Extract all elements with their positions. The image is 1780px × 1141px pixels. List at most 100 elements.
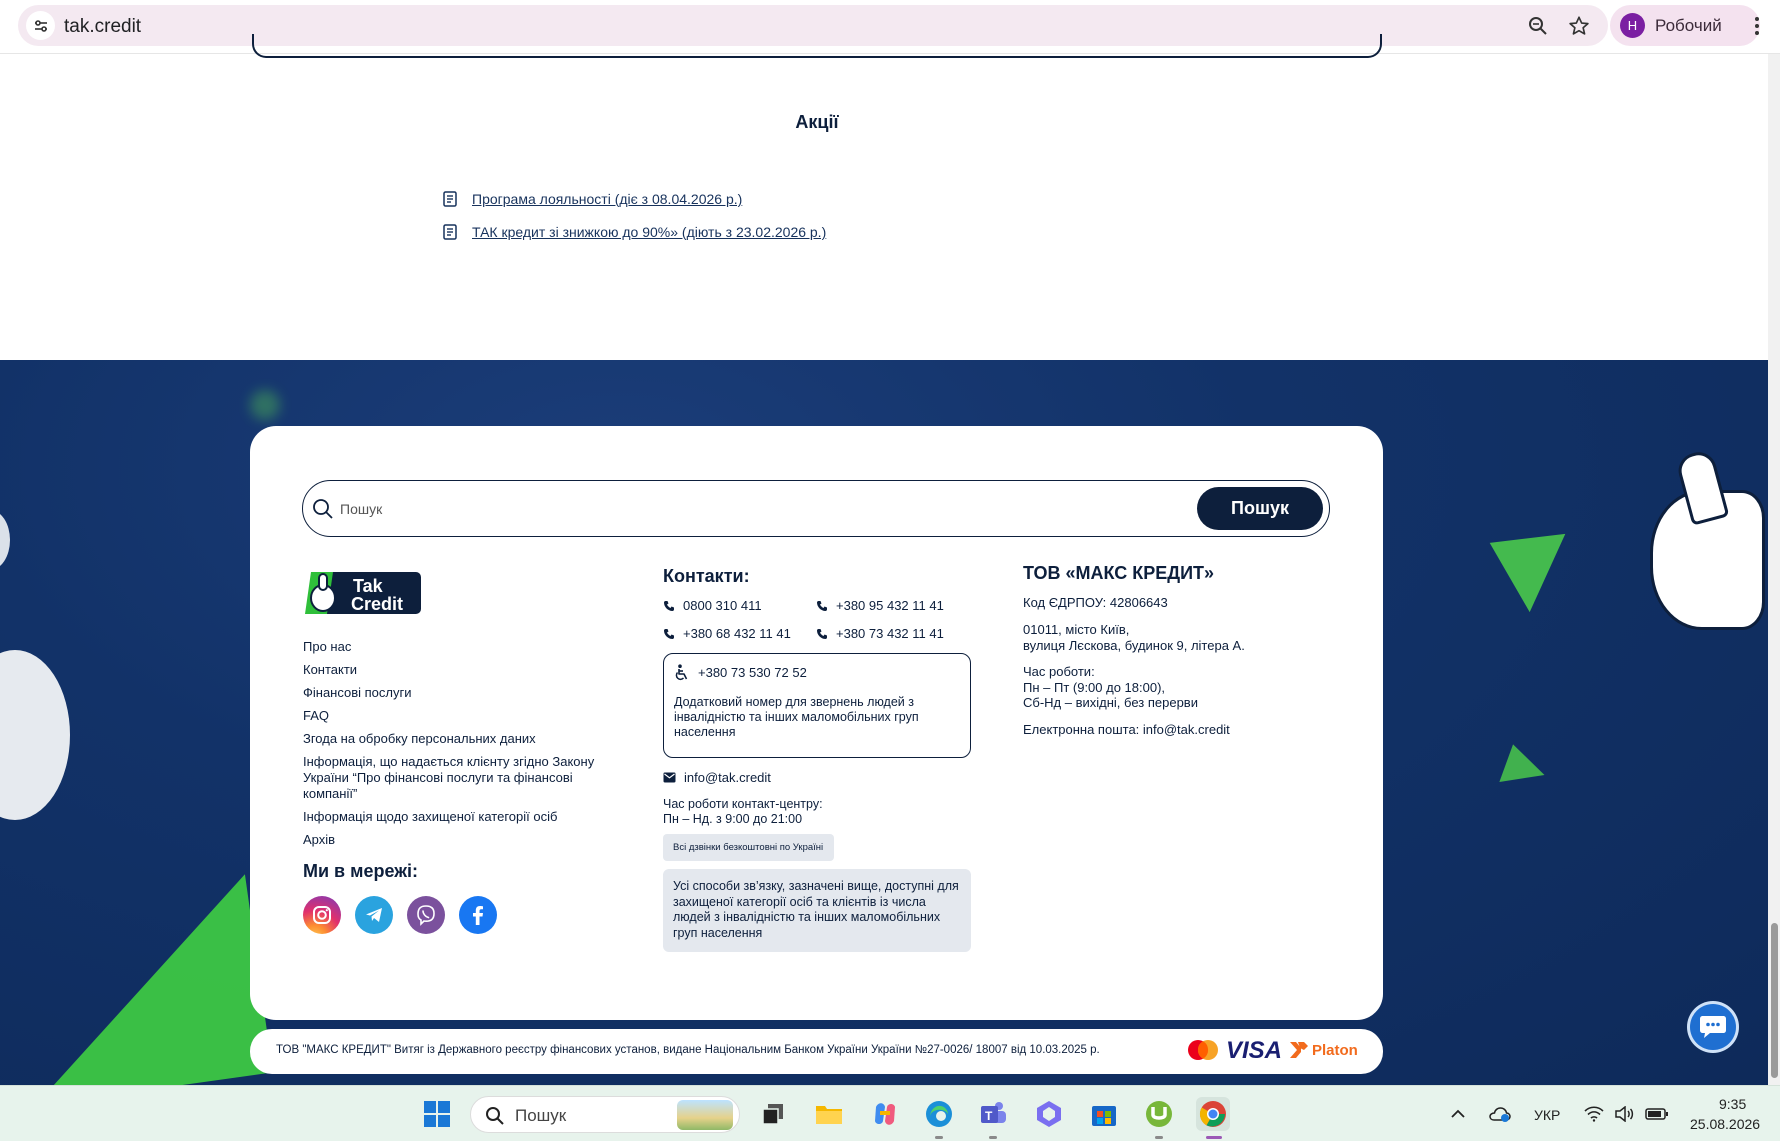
- decor-hand-left: [0, 510, 10, 570]
- site-settings-icon[interactable]: [26, 11, 55, 40]
- platon-mark-icon: [1290, 1042, 1308, 1058]
- onedrive-icon[interactable]: [1488, 1097, 1512, 1131]
- running-indicator: [1155, 1136, 1163, 1139]
- chat-bubble-icon: [1700, 1016, 1726, 1038]
- footer-nav-column: Tak Credit Про нас Контакти Фінансові по…: [303, 566, 613, 934]
- profile-button[interactable]: Н Робочий: [1610, 5, 1760, 46]
- telegram-icon[interactable]: [355, 896, 393, 934]
- search-button[interactable]: Пошук: [1197, 487, 1323, 530]
- battery-icon[interactable]: [1644, 1097, 1670, 1131]
- company-email[interactable]: Електронна пошта: info@tak.credit: [1023, 722, 1343, 738]
- wheelchair-icon: [675, 664, 688, 681]
- footer-search-form: Пошук: [302, 480, 1330, 537]
- avatar: Н: [1620, 13, 1645, 38]
- accessibility-contact-box: +380 73 530 72 52 Додатковий номер для з…: [663, 653, 971, 758]
- footer-link-financial-services[interactable]: Фінансові послуги: [303, 685, 613, 701]
- legal-registry-text: ТОВ "МАКС КРЕДИТ" Витяг із Державного ре…: [276, 1044, 1100, 1056]
- svg-text:Tak: Tak: [353, 576, 384, 596]
- phone-list: 0800 310 411 +380 95 432 11 41 +380 68 4…: [663, 598, 973, 641]
- previous-section-card-edge: [252, 34, 1382, 58]
- footer-link-protected-category[interactable]: Інформація щодо захищеної категорії осіб: [303, 809, 613, 825]
- teams-icon[interactable]: T: [976, 1097, 1010, 1131]
- footer-link-contacts[interactable]: Контакти: [303, 662, 613, 678]
- document-icon: [443, 191, 457, 207]
- zoom-icon[interactable]: [1526, 14, 1550, 38]
- phone-icon: [817, 628, 827, 639]
- phone-icon: [664, 600, 674, 611]
- url-text[interactable]: tak.credit: [64, 16, 141, 38]
- phone-icon: [664, 628, 674, 639]
- page-scrollbar[interactable]: [1768, 54, 1780, 1085]
- scrollbar-thumb[interactable]: [1771, 923, 1778, 1078]
- company-hours-label: Час роботи:: [1023, 664, 1095, 679]
- decor-triangle: [1499, 744, 1551, 796]
- bookmark-star-icon[interactable]: [1567, 14, 1591, 38]
- svg-text:Credit: Credit: [351, 594, 403, 614]
- facebook-icon[interactable]: [459, 896, 497, 934]
- viber-icon[interactable]: [407, 896, 445, 934]
- windows-start-icon[interactable]: [420, 1097, 454, 1131]
- company-address-line2: вулиця Лєскова, будинок 9, літера А.: [1023, 637, 1245, 653]
- wifi-icon[interactable]: [1582, 1097, 1606, 1131]
- windows-taskbar: Пошук T УКР 9:35 25.08.2026: [0, 1085, 1780, 1141]
- promo-item[interactable]: Програма лояльності (діє з 08.04.2026 р.…: [442, 190, 742, 208]
- contact-center-hours: Час роботи контакт-центру: Пн – Нд. з 9:…: [663, 797, 823, 826]
- phone-item[interactable]: +380 73 432 11 41: [816, 626, 969, 641]
- copilot-icon[interactable]: [868, 1097, 902, 1131]
- visa-logo: VISA: [1226, 1037, 1283, 1064]
- company-address-line1: 01011, місто Київ,: [1023, 622, 1130, 637]
- search-highlight-image: [677, 1100, 733, 1130]
- edge-browser-icon[interactable]: [922, 1097, 956, 1131]
- running-indicator: [989, 1136, 997, 1139]
- chat-button[interactable]: [1690, 1004, 1736, 1050]
- language-indicator[interactable]: УКР: [1534, 1107, 1560, 1123]
- footer-link-archive[interactable]: Архів: [303, 832, 613, 848]
- promotions-title: Акції: [795, 112, 839, 132]
- cube-app-icon[interactable]: [1032, 1097, 1066, 1131]
- promo-item[interactable]: ТАК кредит зі знижкою до 90%» (діють з 2…: [442, 223, 826, 241]
- company-info-column: ТОВ «МАКС КРЕДИТ» Код ЄДРПОУ: 42806643 0…: [1023, 564, 1343, 738]
- clock-time[interactable]: 9:35: [1719, 1096, 1746, 1112]
- promo-link-loyalty[interactable]: Програма лояльності (діє з 08.04.2026 р.…: [472, 191, 742, 207]
- chrome-icon[interactable]: [1196, 1097, 1230, 1131]
- footer-link-faq[interactable]: FAQ: [303, 708, 613, 724]
- search-icon: [486, 1107, 504, 1125]
- instagram-icon[interactable]: [303, 896, 341, 934]
- accessibility-note: Додатковий номер для звернень людей з ін…: [674, 695, 919, 739]
- accessible-phone[interactable]: +380 73 530 72 52: [674, 664, 960, 681]
- decor-shape: [250, 390, 280, 420]
- phone-item[interactable]: 0800 310 411: [663, 598, 816, 613]
- contacts-column: Контакти: 0800 310 411 +380 95 432 11 41…: [663, 566, 973, 952]
- promo-link-discount[interactable]: ТАК кредит зі знижкою до 90%» (діють з 2…: [472, 224, 826, 240]
- taskbar-search[interactable]: Пошук: [470, 1096, 740, 1133]
- store-icon[interactable]: [1087, 1097, 1121, 1131]
- tray-overflow-chevron-icon[interactable]: [1446, 1097, 1470, 1131]
- clock-date[interactable]: 25.08.2026: [1690, 1116, 1760, 1132]
- phone-item[interactable]: +380 95 432 11 41: [816, 598, 969, 613]
- file-explorer-icon[interactable]: [812, 1097, 846, 1131]
- footer-link-client-info-law[interactable]: Інформація, що надається клієнту згідно …: [303, 754, 613, 802]
- social-title: Ми в мережі:: [303, 861, 418, 881]
- running-indicator: [935, 1136, 943, 1139]
- profile-name: Робочий: [1655, 16, 1722, 35]
- browser-menu-icon[interactable]: [1745, 12, 1769, 40]
- task-view-icon[interactable]: [756, 1097, 790, 1131]
- footer-link-about[interactable]: Про нас: [303, 639, 613, 655]
- phone-item[interactable]: +380 68 432 11 41: [663, 626, 816, 641]
- search-input[interactable]: [340, 495, 1140, 523]
- availability-note: Усі способи зв’язку, зазначені вище, дос…: [663, 869, 971, 952]
- contacts-title: Контакти:: [663, 566, 750, 586]
- free-calls-badge: Всі дзвінки безкоштовні по Україні: [663, 834, 835, 861]
- social-links: [303, 896, 613, 934]
- footer-link-personal-data-consent[interactable]: Згода на обробку персональних даних: [303, 731, 613, 747]
- decor-hand-left: [0, 650, 70, 820]
- active-indicator: [1206, 1136, 1222, 1139]
- mail-icon: [663, 772, 676, 783]
- legal-bar: ТОВ "МАКС КРЕДИТ" Витяг із Державного ре…: [250, 1029, 1383, 1074]
- volume-icon[interactable]: [1612, 1097, 1636, 1131]
- decor-triangle: [7, 874, 273, 1085]
- contact-email[interactable]: info@tak.credit: [663, 770, 973, 785]
- company-edrpou: Код ЄДРПОУ: 42806643: [1023, 594, 1168, 610]
- tak-credit-logo[interactable]: Tak Credit: [303, 566, 423, 618]
- utorrent-icon[interactable]: [1142, 1097, 1176, 1131]
